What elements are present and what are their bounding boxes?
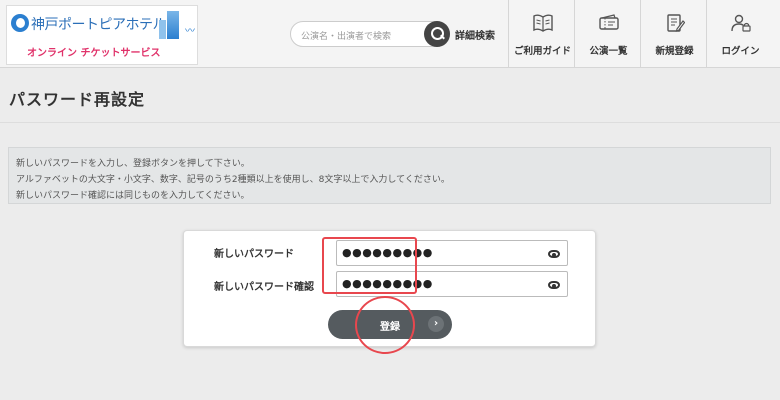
nav-label: 新規登録	[655, 46, 694, 57]
title-divider	[0, 122, 780, 123]
nav-label: ご利用ガイド	[513, 46, 571, 57]
page-title: パスワード再設定	[9, 90, 146, 109]
ticket-icon	[599, 14, 619, 30]
eye-icon[interactable]	[548, 250, 560, 258]
instruction-notice: 新しいパスワードを入力し、登録ボタンを押して下さい。 アルファベットの大文字・小…	[8, 147, 771, 204]
highlight-annotation-circle	[355, 296, 415, 354]
site-header: 神戸ポートピアホテル 〰 オンライン チケットサービス 公演名・出演者で検索 詳…	[0, 0, 780, 68]
register-icon	[667, 14, 685, 32]
highlight-annotation-rect	[322, 237, 417, 294]
building-icon	[159, 20, 166, 39]
user-lock-icon	[731, 14, 751, 32]
nav-label: ログイン	[721, 46, 760, 57]
nav-item-login[interactable]: ログイン	[706, 0, 774, 68]
logo-subtitle: オンライン チケットサービス	[27, 48, 161, 59]
site-logo[interactable]: 神戸ポートピアホテル 〰 オンライン チケットサービス	[6, 5, 198, 65]
logo-mark-icon	[11, 14, 29, 32]
search-placeholder: 公演名・出演者で検索	[301, 32, 392, 42]
building-icon	[167, 11, 179, 39]
nav-item-performances[interactable]: 公演一覧	[574, 0, 642, 68]
nav-label: 公演一覧	[589, 46, 628, 57]
nav-item-register[interactable]: 新規登録	[640, 0, 708, 68]
eye-icon[interactable]	[548, 281, 560, 289]
search-button[interactable]	[424, 21, 450, 47]
wave-icon: 〰	[185, 26, 195, 37]
notice-line: アルファベットの大文字・小文字、数字、記号のうち2種類以上を使用し、8文字以上で…	[16, 175, 450, 185]
nav-item-guide[interactable]: ご利用ガイド	[508, 0, 576, 68]
book-icon	[533, 14, 553, 32]
chevron-right-icon: ›	[428, 316, 444, 332]
advanced-search-link[interactable]: 詳細検索	[455, 27, 495, 42]
confirm-password-label: 新しいパスワード確認	[214, 282, 314, 293]
notice-line: 新しいパスワードを入力し、登録ボタンを押して下さい。	[16, 159, 250, 169]
new-password-label: 新しいパスワード	[214, 249, 294, 260]
notice-line: 新しいパスワード確認には同じものを入力してください。	[16, 191, 250, 201]
logo-name: 神戸ポートピアホテル	[31, 17, 167, 33]
search-input[interactable]: 公演名・出演者で検索	[290, 21, 450, 47]
